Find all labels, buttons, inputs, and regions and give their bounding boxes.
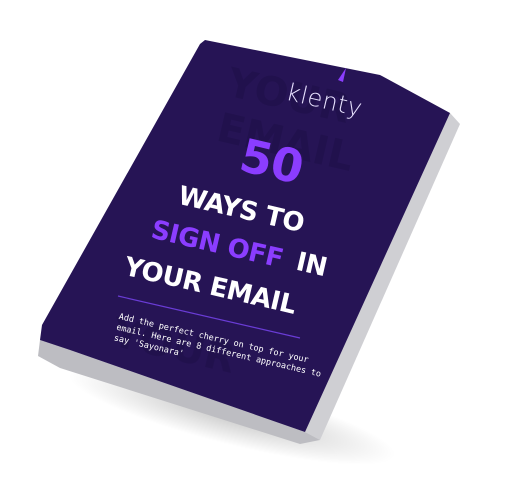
book-shape: YOUR EMAIL YOUR — [38, 40, 460, 444]
ebook-mockup: YOUR EMAIL YOUR klenty 50 WAYS TO SIGN O… — [0, 0, 509, 490]
